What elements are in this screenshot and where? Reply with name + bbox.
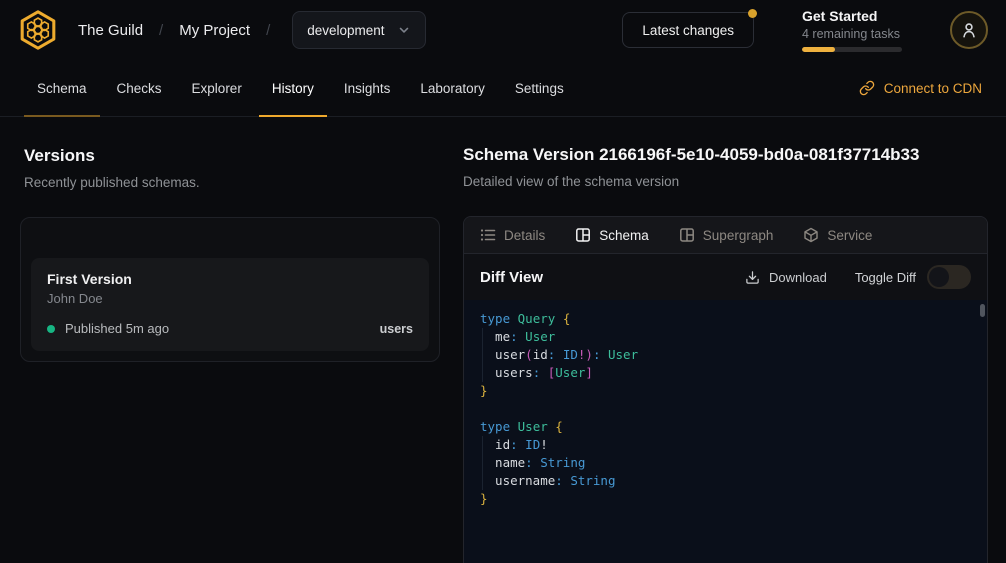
nav-tab-schema[interactable]: Schema [24,60,100,116]
diff-actions: Download Toggle Diff [745,265,971,289]
versions-panel: Versions Recently published schemas. Fir… [0,117,455,563]
schema-version-panel: Schema Version 2166196f-5e10-4059-bd0a-0… [463,117,988,563]
versions-list-card: First Version John Doe Published 5m ago … [20,217,440,362]
version-status: Published 5m ago [65,321,169,336]
get-started-widget[interactable]: Get Started 4 remaining tasks [802,8,912,52]
schema-code-viewer[interactable]: type Query { me: User user(id: ID!): Use… [464,300,987,563]
get-started-progressbar [802,47,902,52]
code-line: users: [User] [480,364,971,382]
toggle-diff-label: Toggle Diff [855,270,916,285]
breadcrumb-separator: / [159,22,163,39]
detail-tab-label: Details [504,228,545,243]
link-icon [859,80,875,96]
nav-tabs: Schema Checks Explorer History Insights Labor… [24,60,581,116]
nav-tab-checks[interactable]: Checks [104,60,175,116]
version-meta-row: Published 5m ago users [47,321,413,336]
nav-tab-explorer[interactable]: Explorer [179,60,255,116]
get-started-title: Get Started [802,8,912,24]
nav-tab-label: History [272,81,314,96]
nav-tab-label: Checks [117,81,162,96]
columns-icon [575,227,591,243]
detail-tab-supergraph[interactable]: Supergraph [679,227,774,243]
download-label: Download [769,270,827,285]
detail-tab-details[interactable]: Details [480,227,545,243]
nav-tab-laboratory[interactable]: Laboratory [407,60,498,116]
published-status-dot [47,325,55,333]
nav-tab-settings[interactable]: Settings [502,60,577,116]
toggle-diff-switch[interactable] [927,265,971,289]
code-line: id: ID! [480,436,971,454]
download-icon [745,270,760,285]
user-avatar[interactable] [950,11,988,49]
version-list-item[interactable]: First Version John Doe Published 5m ago … [31,258,429,351]
person-icon [960,21,978,39]
diff-view-title: Diff View [480,269,543,286]
columns-icon [679,227,695,243]
page-content: Versions Recently published schemas. Fir… [0,117,1006,563]
get-started-subtitle: 4 remaining tasks [802,27,912,41]
code-line: me: User [480,328,971,346]
indent-guide [482,328,483,382]
nav-tab-history[interactable]: History [259,60,327,116]
schema-detail-box: Details Schema Supergraph Service Diff View… [463,216,988,563]
code-line: type Query { [480,310,971,328]
breadcrumb-project[interactable]: My Project [179,22,250,39]
detail-tab-service[interactable]: Service [803,227,872,243]
guild-logo-icon[interactable] [14,7,62,53]
nav-tab-label: Explorer [192,81,242,96]
chevron-down-icon [397,23,411,37]
app-header: The Guild / My Project / development Lat… [0,0,1006,60]
code-scrollbar-thumb[interactable] [980,304,985,317]
indent-guide [482,436,483,490]
schema-version-title: Schema Version 2166196f-5e10-4059-bd0a-0… [463,145,988,165]
detail-tab-label: Schema [599,228,649,243]
versions-title: Versions [24,146,455,166]
version-name: First Version [47,271,413,287]
code-line: } [480,382,971,400]
code-line: name: String [480,454,971,472]
detail-tab-label: Service [827,228,872,243]
latest-changes-button[interactable]: Latest changes [622,12,754,48]
detail-tabs: Details Schema Supergraph Service [464,217,987,254]
target-selector[interactable]: development [292,11,425,49]
code-line: } [480,490,971,508]
nav-tab-label: Schema [37,81,87,96]
version-author: John Doe [47,291,413,306]
breadcrumb-org[interactable]: The Guild [78,22,143,39]
nav-tab-label: Laboratory [420,81,485,96]
breadcrumb: The Guild / My Project / development [14,7,426,53]
detail-tab-label: Supergraph [703,228,774,243]
target-selector-value: development [307,23,384,38]
code-line: type User { [480,418,971,436]
diff-toolbar: Diff View Download Toggle Diff [464,254,987,300]
connect-cdn-link[interactable]: Connect to CDN [859,60,982,116]
code-line: username: String [480,472,971,490]
switch-knob [929,267,949,287]
connect-cdn-label: Connect to CDN [884,81,982,96]
nav-tab-insights[interactable]: Insights [331,60,404,116]
toggle-diff-group: Toggle Diff [855,265,971,289]
nav-tab-label: Settings [515,81,564,96]
service-badge: users [380,322,413,336]
nav-tab-label: Insights [344,81,391,96]
detail-tab-schema[interactable]: Schema [575,227,649,243]
notification-dot [748,9,757,18]
schema-version-subtitle: Detailed view of the schema version [463,174,988,189]
get-started-progress-fill [802,47,835,52]
versions-subtitle: Recently published schemas. [24,175,455,190]
code-line [480,400,971,418]
main-nav: Schema Checks Explorer History Insights Labor… [0,60,1006,117]
list-icon [480,227,496,243]
download-button[interactable]: Download [745,270,827,285]
cube-icon [803,227,819,243]
breadcrumb-separator: / [266,22,270,39]
code-line: user(id: ID!): User [480,346,971,364]
latest-changes-label: Latest changes [642,23,734,38]
